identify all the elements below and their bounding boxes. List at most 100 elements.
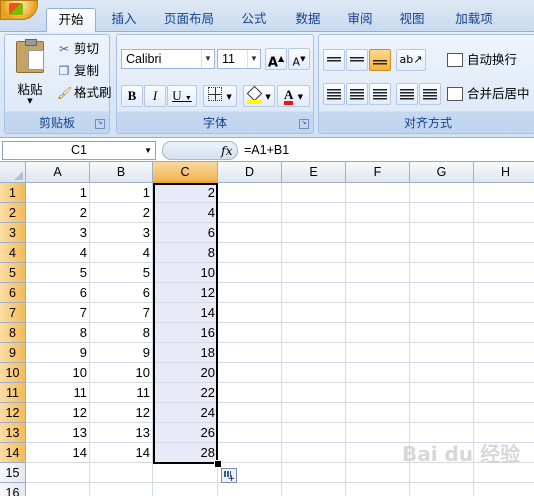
- cell-a15[interactable]: [26, 463, 90, 483]
- row-header[interactable]: 8: [0, 323, 26, 343]
- cell-f11[interactable]: [346, 383, 410, 403]
- dialog-launcher-icon[interactable]: ↘: [299, 119, 309, 129]
- cell-e4[interactable]: [282, 243, 346, 263]
- cell-d2[interactable]: [218, 203, 282, 223]
- cell-b14[interactable]: 14: [90, 443, 153, 463]
- cell-a12[interactable]: 12: [26, 403, 90, 423]
- fill-color-button[interactable]: ▼: [243, 85, 275, 107]
- cell-f5[interactable]: [346, 263, 410, 283]
- cell-b10[interactable]: 10: [90, 363, 153, 383]
- cell-h4[interactable]: [474, 243, 534, 263]
- cell-f1[interactable]: [346, 183, 410, 203]
- tab-addins[interactable]: 加载项: [446, 8, 502, 31]
- cell-b11[interactable]: 11: [90, 383, 153, 403]
- cell-e3[interactable]: [282, 223, 346, 243]
- cell-d1[interactable]: [218, 183, 282, 203]
- cell-b5[interactable]: 5: [90, 263, 153, 283]
- grow-font-button[interactable]: A▲: [265, 48, 287, 70]
- row-header[interactable]: 9: [0, 343, 26, 363]
- cell-b8[interactable]: 8: [90, 323, 153, 343]
- cell-h9[interactable]: [474, 343, 534, 363]
- select-all-button[interactable]: [0, 162, 26, 183]
- cell-e15[interactable]: [282, 463, 346, 483]
- cell-h16[interactable]: [474, 483, 534, 496]
- row-header[interactable]: 16: [0, 483, 26, 496]
- tab-view[interactable]: 视图: [392, 8, 432, 31]
- cell-c2[interactable]: 4: [153, 203, 218, 223]
- cell-a8[interactable]: 8: [26, 323, 90, 343]
- cut-button[interactable]: ✂ 剪切: [57, 39, 99, 59]
- fill-handle[interactable]: [214, 460, 222, 468]
- tab-data[interactable]: 数据: [286, 8, 330, 31]
- cell-f12[interactable]: [346, 403, 410, 423]
- row-header[interactable]: 12: [0, 403, 26, 423]
- tab-formulas[interactable]: 公式: [234, 8, 274, 31]
- cell-d10[interactable]: [218, 363, 282, 383]
- align-center-button[interactable]: [346, 83, 368, 105]
- cell-g9[interactable]: [410, 343, 474, 363]
- tab-home[interactable]: 开始: [46, 8, 96, 32]
- cell-e2[interactable]: [282, 203, 346, 223]
- cell-c5[interactable]: 10: [153, 263, 218, 283]
- cell-e12[interactable]: [282, 403, 346, 423]
- cell-b12[interactable]: 12: [90, 403, 153, 423]
- cell-c14[interactable]: 28: [153, 443, 218, 463]
- cell-d5[interactable]: [218, 263, 282, 283]
- cell-c11[interactable]: 22: [153, 383, 218, 403]
- row-header[interactable]: 11: [0, 383, 26, 403]
- row-header[interactable]: 2: [0, 203, 26, 223]
- row-header[interactable]: 1: [0, 183, 26, 203]
- cell-a6[interactable]: 6: [26, 283, 90, 303]
- cell-d14[interactable]: [218, 443, 282, 463]
- cell-b1[interactable]: 1: [90, 183, 153, 203]
- cell-a2[interactable]: 2: [26, 203, 90, 223]
- formula-input[interactable]: =A1+B1: [244, 141, 289, 160]
- cell-e8[interactable]: [282, 323, 346, 343]
- cell-c13[interactable]: 26: [153, 423, 218, 443]
- cell-b16[interactable]: [90, 483, 153, 496]
- cell-f7[interactable]: [346, 303, 410, 323]
- row-header[interactable]: 5: [0, 263, 26, 283]
- cell-c12[interactable]: 24: [153, 403, 218, 423]
- cell-h10[interactable]: [474, 363, 534, 383]
- cell-a1[interactable]: 1: [26, 183, 90, 203]
- cell-g10[interactable]: [410, 363, 474, 383]
- cell-a5[interactable]: 5: [26, 263, 90, 283]
- cell-d16[interactable]: [218, 483, 282, 496]
- cell-g11[interactable]: [410, 383, 474, 403]
- cell-b15[interactable]: [90, 463, 153, 483]
- increase-indent-button[interactable]: [419, 83, 441, 105]
- cell-e6[interactable]: [282, 283, 346, 303]
- cell-h8[interactable]: [474, 323, 534, 343]
- cell-h5[interactable]: [474, 263, 534, 283]
- cell-b4[interactable]: 4: [90, 243, 153, 263]
- orientation-button[interactable]: ab↗: [396, 49, 426, 71]
- cell-e16[interactable]: [282, 483, 346, 496]
- decrease-indent-button[interactable]: [396, 83, 418, 105]
- insert-function-icon[interactable]: fx: [221, 143, 233, 158]
- cell-b13[interactable]: 13: [90, 423, 153, 443]
- dialog-launcher-icon[interactable]: ↘: [95, 119, 105, 129]
- cell-f16[interactable]: [346, 483, 410, 496]
- cell-h2[interactable]: [474, 203, 534, 223]
- row-header[interactable]: 6: [0, 283, 26, 303]
- wrap-text-button[interactable]: 自动换行: [447, 49, 517, 71]
- align-middle-button[interactable]: [346, 49, 368, 71]
- auto-fill-options-icon[interactable]: +: [221, 468, 237, 484]
- tab-review[interactable]: 审阅: [340, 8, 380, 31]
- cell-a7[interactable]: 7: [26, 303, 90, 323]
- align-bottom-button[interactable]: [369, 49, 391, 71]
- cell-c1[interactable]: 2: [153, 183, 218, 203]
- cell-c6[interactable]: 12: [153, 283, 218, 303]
- cell-e1[interactable]: [282, 183, 346, 203]
- cell-e13[interactable]: [282, 423, 346, 443]
- cell-c15[interactable]: [153, 463, 218, 483]
- cell-d4[interactable]: [218, 243, 282, 263]
- cell-g3[interactable]: [410, 223, 474, 243]
- cell-h7[interactable]: [474, 303, 534, 323]
- row-header[interactable]: 3: [0, 223, 26, 243]
- align-right-button[interactable]: [369, 83, 391, 105]
- cell-b2[interactable]: 2: [90, 203, 153, 223]
- column-header-g[interactable]: G: [410, 162, 474, 183]
- cell-e11[interactable]: [282, 383, 346, 403]
